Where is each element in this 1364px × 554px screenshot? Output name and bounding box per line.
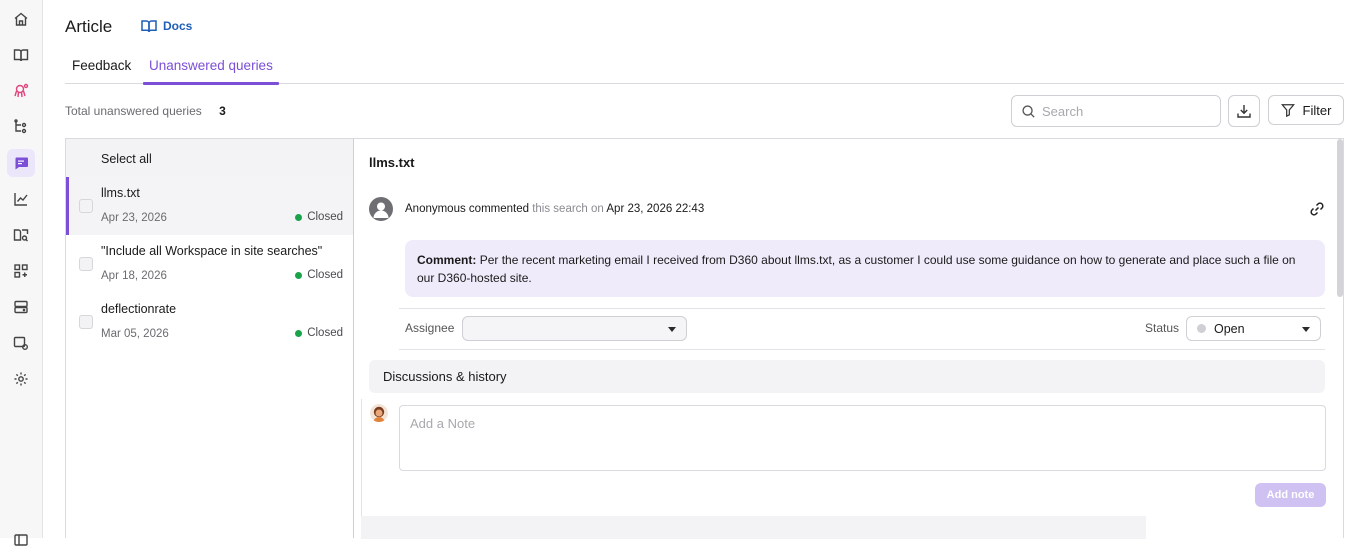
settings-icon[interactable] — [7, 365, 35, 393]
tab-unanswered-queries[interactable]: Unanswered queries — [143, 58, 279, 85]
add-note-button[interactable]: Add note — [1255, 483, 1326, 507]
list-item[interactable]: deflectionrate Mar 05, 2026 Closed — [66, 293, 353, 351]
docs-book-icon — [141, 20, 157, 33]
divider — [399, 349, 1325, 350]
analytics-icon[interactable] — [7, 185, 35, 213]
history-area — [361, 516, 1146, 539]
panel-icon[interactable] — [7, 526, 35, 554]
left-rail — [0, 0, 43, 546]
item-date: Mar 05, 2026 — [101, 328, 169, 340]
note-input[interactable]: Add a Note — [399, 405, 1326, 471]
total-label: Total unanswered queries — [65, 104, 202, 118]
search-input[interactable] — [1042, 103, 1202, 119]
tab-feedback[interactable]: Feedback — [72, 58, 131, 84]
chevron-down-icon — [668, 327, 676, 332]
item-title: deflectionrate — [101, 302, 177, 316]
home-icon[interactable] — [7, 5, 35, 33]
download-icon — [1237, 105, 1251, 118]
site-settings-icon[interactable] — [7, 329, 35, 357]
link-icon[interactable] — [1309, 201, 1325, 222]
status-text: Closed — [307, 269, 343, 281]
filter-label: Filter — [1302, 102, 1332, 118]
item-checkbox[interactable] — [79, 257, 93, 271]
status-text: Closed — [307, 211, 343, 223]
item-checkbox[interactable] — [79, 315, 93, 329]
item-date: Apr 18, 2026 — [101, 270, 167, 282]
item-title: llms.txt — [101, 186, 140, 200]
apps-icon[interactable] — [7, 257, 35, 285]
assignee-label: Assignee — [405, 321, 455, 335]
user-avatar — [370, 404, 388, 422]
total-unanswered: Total unanswered queries 3 — [65, 104, 226, 118]
status-value: Open — [1214, 321, 1245, 336]
thread-line — [361, 399, 362, 516]
avatar — [369, 197, 393, 221]
query-list: Select all llms.txt Apr 23, 2026 Closed … — [65, 138, 354, 538]
download-button[interactable] — [1228, 95, 1260, 127]
page-title: Article — [65, 17, 113, 36]
item-checkbox[interactable] — [79, 199, 93, 213]
docs-link[interactable]: Docs — [141, 19, 192, 33]
comment-context: this search on — [532, 203, 604, 215]
status-dot — [295, 329, 303, 337]
list-item[interactable]: "Include all Workspace in site searches"… — [66, 235, 353, 293]
assignee-select[interactable] — [462, 316, 687, 341]
divider — [399, 308, 1325, 309]
octopus-ai-icon[interactable] — [7, 77, 35, 105]
status-badge: Closed — [295, 211, 343, 223]
status-dot — [295, 271, 303, 279]
status-badge: Closed — [295, 269, 343, 281]
query-detail: llms.txt Anonymous commented this search… — [353, 138, 1344, 539]
comment-box: Comment: Per the recent marketing email … — [405, 240, 1325, 297]
search-icon — [1022, 104, 1035, 118]
chevron-down-icon — [1302, 327, 1310, 332]
status-label: Status — [1145, 321, 1180, 335]
status-dot-icon — [1197, 324, 1206, 333]
status-badge: Closed — [295, 327, 343, 339]
filter-button[interactable]: Filter — [1268, 95, 1344, 125]
list-item[interactable]: llms.txt Apr 23, 2026 Closed — [66, 177, 353, 235]
docs-label: Docs — [163, 19, 193, 33]
comment-timestamp: Apr 23, 2026 22:43 — [606, 203, 705, 215]
book-icon[interactable] — [7, 41, 35, 69]
comment-byline: Anonymous commented this search on Apr 2… — [405, 203, 704, 215]
book-search-icon[interactable] — [7, 221, 35, 249]
status-text: Closed — [307, 327, 343, 339]
comment-author: Anonymous commented — [405, 203, 530, 215]
tab-bar: Feedback Unanswered queries — [65, 55, 1344, 85]
detail-title: llms.txt — [369, 155, 415, 170]
comment-text: Per the recent marketing email I receive… — [417, 253, 1296, 285]
status-select[interactable]: Open — [1186, 316, 1321, 341]
storage-icon[interactable] — [7, 293, 35, 321]
status-dot — [295, 213, 303, 221]
filter-icon — [1280, 104, 1295, 117]
item-title: "Include all Workspace in site searches" — [101, 244, 323, 258]
select-all[interactable]: Select all — [66, 139, 353, 177]
item-date: Apr 23, 2026 — [101, 212, 167, 224]
discussions-header[interactable]: Discussions & history — [369, 360, 1325, 393]
feedback-icon[interactable] — [7, 149, 35, 177]
total-count: 3 — [219, 104, 226, 118]
scrollbar[interactable] — [1337, 139, 1343, 297]
workflow-icon[interactable] — [7, 113, 35, 141]
comment-label: Comment: — [417, 253, 477, 267]
search-box[interactable] — [1011, 95, 1221, 127]
